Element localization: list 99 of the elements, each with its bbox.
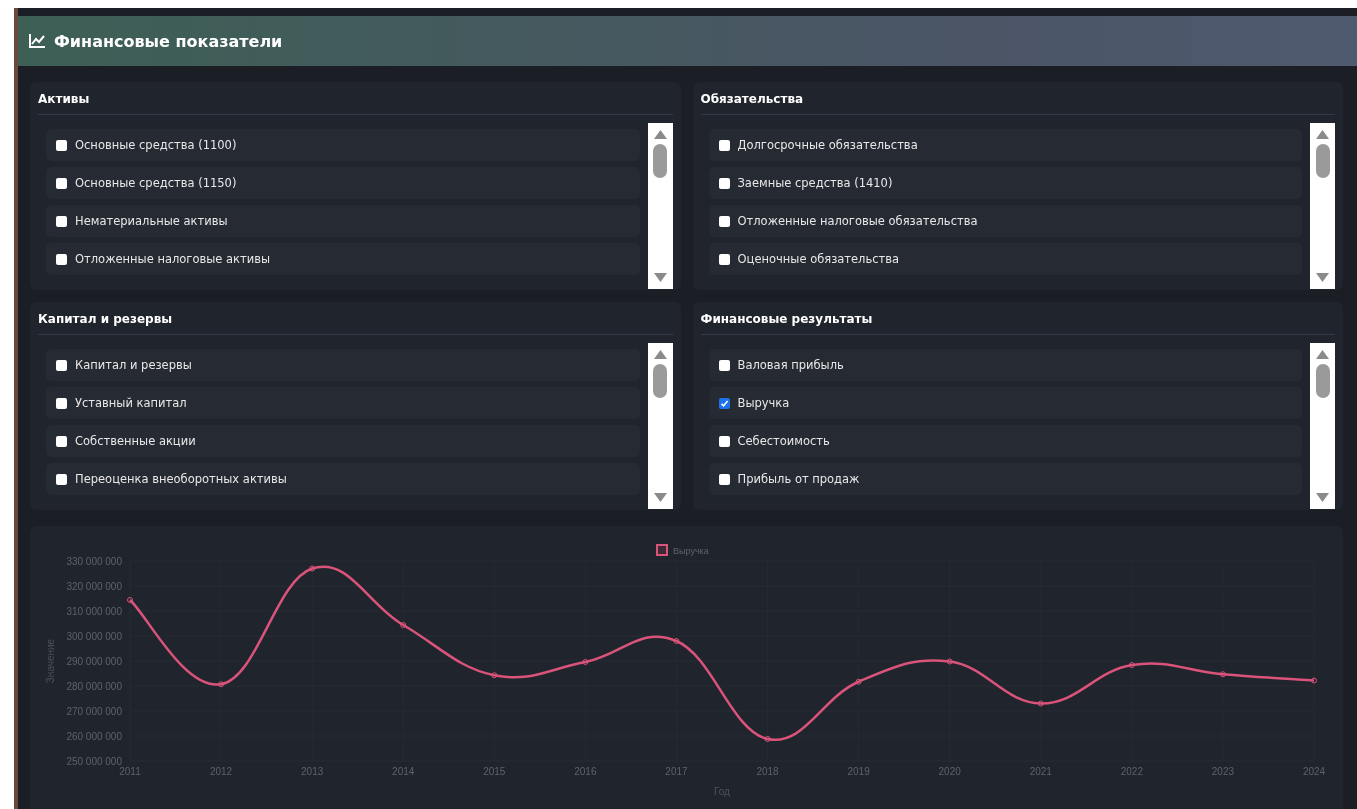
item-label: Уставный капитал [75,396,187,410]
panel-title: Капитал и резервы [38,312,673,335]
data-point [673,638,680,644]
scroll-up-icon[interactable] [1315,129,1330,140]
checkbox[interactable] [718,435,730,447]
scroll-down-icon[interactable] [652,272,668,283]
data-point [1128,662,1135,668]
checkbox[interactable] [718,139,730,151]
item-label: Переоценка внеоборотных активы [75,472,287,486]
checkbox[interactable] [56,473,67,485]
checkbox[interactable] [718,397,730,409]
x-tick-label: 2023 [1211,766,1235,777]
checkbox-item[interactable]: Отложенные налоговые активы [46,243,640,275]
data-point [946,658,953,665]
panel-title: Финансовые результаты [700,312,1335,335]
item-label: Прибыль от продаж [737,472,860,486]
checkbox-item[interactable]: Валовая прибыль [708,349,1302,381]
checkbox[interactable] [56,397,67,409]
item-label: Нематериальные активы [75,214,228,228]
checkbox[interactable] [718,359,730,371]
checkbox-item[interactable]: Собственные акции [46,425,640,457]
data-point [127,597,133,603]
checkbox-item[interactable]: Оценочные обязательства [708,243,1302,275]
x-tick-label: 2017 [665,766,688,777]
x-tick-label: 2022 [1120,766,1143,777]
checkbox[interactable] [718,253,730,265]
data-point [1219,671,1226,678]
checkbox[interactable] [56,215,67,227]
checkbox[interactable] [56,139,67,151]
checkbox[interactable] [56,253,67,265]
scroll-down-icon[interactable] [1315,272,1330,283]
checkbox-item[interactable]: Долгосрочные обязательства [708,129,1302,161]
item-label: Оценочные обязательства [737,252,900,266]
x-tick-label: 2024 [1302,766,1326,777]
item-label: Валовая прибыль [737,358,844,372]
legend-swatch[interactable] [656,544,668,556]
scroll-down-icon[interactable] [1315,492,1330,503]
data-point [1037,700,1044,707]
x-tick-label: 2015 [483,766,506,777]
item-label: Выручка [737,396,790,410]
data-point [764,736,771,742]
panel-title: Обязательства [700,92,1335,115]
scroll-thumb[interactable] [653,144,667,178]
x-tick-label: 2019 [847,766,870,777]
header-title: Финансовые показатели [54,31,283,51]
item-label: Основные средства (1100) [75,138,237,152]
checkbox[interactable] [718,473,730,485]
scroll-thumb[interactable] [653,364,667,398]
checkbox-item[interactable]: Уставный капитал [46,387,640,419]
scroll-up-icon[interactable] [1315,349,1330,360]
checkbox-item[interactable]: Прибыль от продаж [708,463,1302,495]
data-point [582,659,589,665]
checkbox[interactable] [56,177,67,189]
scrollbar[interactable] [1310,343,1335,509]
data-point [1311,677,1317,684]
x-tick-label: 2021 [1029,766,1052,777]
item-label: Заемные средства (1410) [737,176,893,190]
checkbox-item[interactable]: Основные средства (1100) [46,129,640,161]
data-point [400,622,407,628]
item-label: Долгосрочные обязательства [737,138,918,152]
x-tick-label: 2012 [209,766,233,777]
item-label: Основные средства (1150) [75,176,237,190]
checkbox-item[interactable]: Капитал и резервы [46,349,640,381]
checkbox-item[interactable]: Переоценка внеоборотных активы [46,463,640,495]
data-point [491,672,498,679]
checkbox[interactable] [56,359,67,371]
panel-title: Активы [38,92,673,115]
data-point [218,681,225,688]
scrollbar[interactable] [647,123,673,289]
x-tick-label: 2013 [301,766,324,777]
checkbox-item[interactable]: Отложенные налоговые обязательства [708,205,1302,237]
x-tick-label: 2011 [119,766,141,777]
item-label: Капитал и резервы [75,358,192,372]
item-label: Себестоимость [737,434,830,448]
x-tick-label: 2020 [938,766,961,777]
scroll-up-icon[interactable] [652,129,668,140]
checkbox[interactable] [718,215,730,227]
checkbox-item[interactable]: Нематериальные активы [46,205,640,237]
scroll-thumb[interactable] [1315,144,1330,178]
checkbox-item[interactable]: Основные средства (1150) [46,167,640,199]
checkbox[interactable] [56,435,67,447]
scroll-up-icon[interactable] [652,349,668,360]
checkbox-item[interactable]: Выручка [708,387,1302,419]
item-label: Отложенные налоговые обязательства [737,214,978,228]
line-chart-icon [28,33,46,49]
x-tick-label: 2016 [574,766,597,777]
checkbox-item[interactable]: Заемные средства (1410) [708,167,1302,199]
checkbox[interactable] [718,177,730,189]
scrollbar[interactable] [647,343,673,509]
scrollbar[interactable] [1310,123,1335,289]
item-label: Отложенные налоговые активы [75,252,271,266]
scroll-thumb[interactable] [1315,364,1330,398]
x-tick-label: 2014 [392,766,415,777]
item-label: Собственные акции [75,434,196,448]
checkbox-item[interactable]: Себестоимость [708,425,1302,457]
data-point [309,565,316,572]
x-tick-label: 2018 [756,766,779,777]
data-point [855,678,862,685]
scroll-down-icon[interactable] [652,492,668,503]
